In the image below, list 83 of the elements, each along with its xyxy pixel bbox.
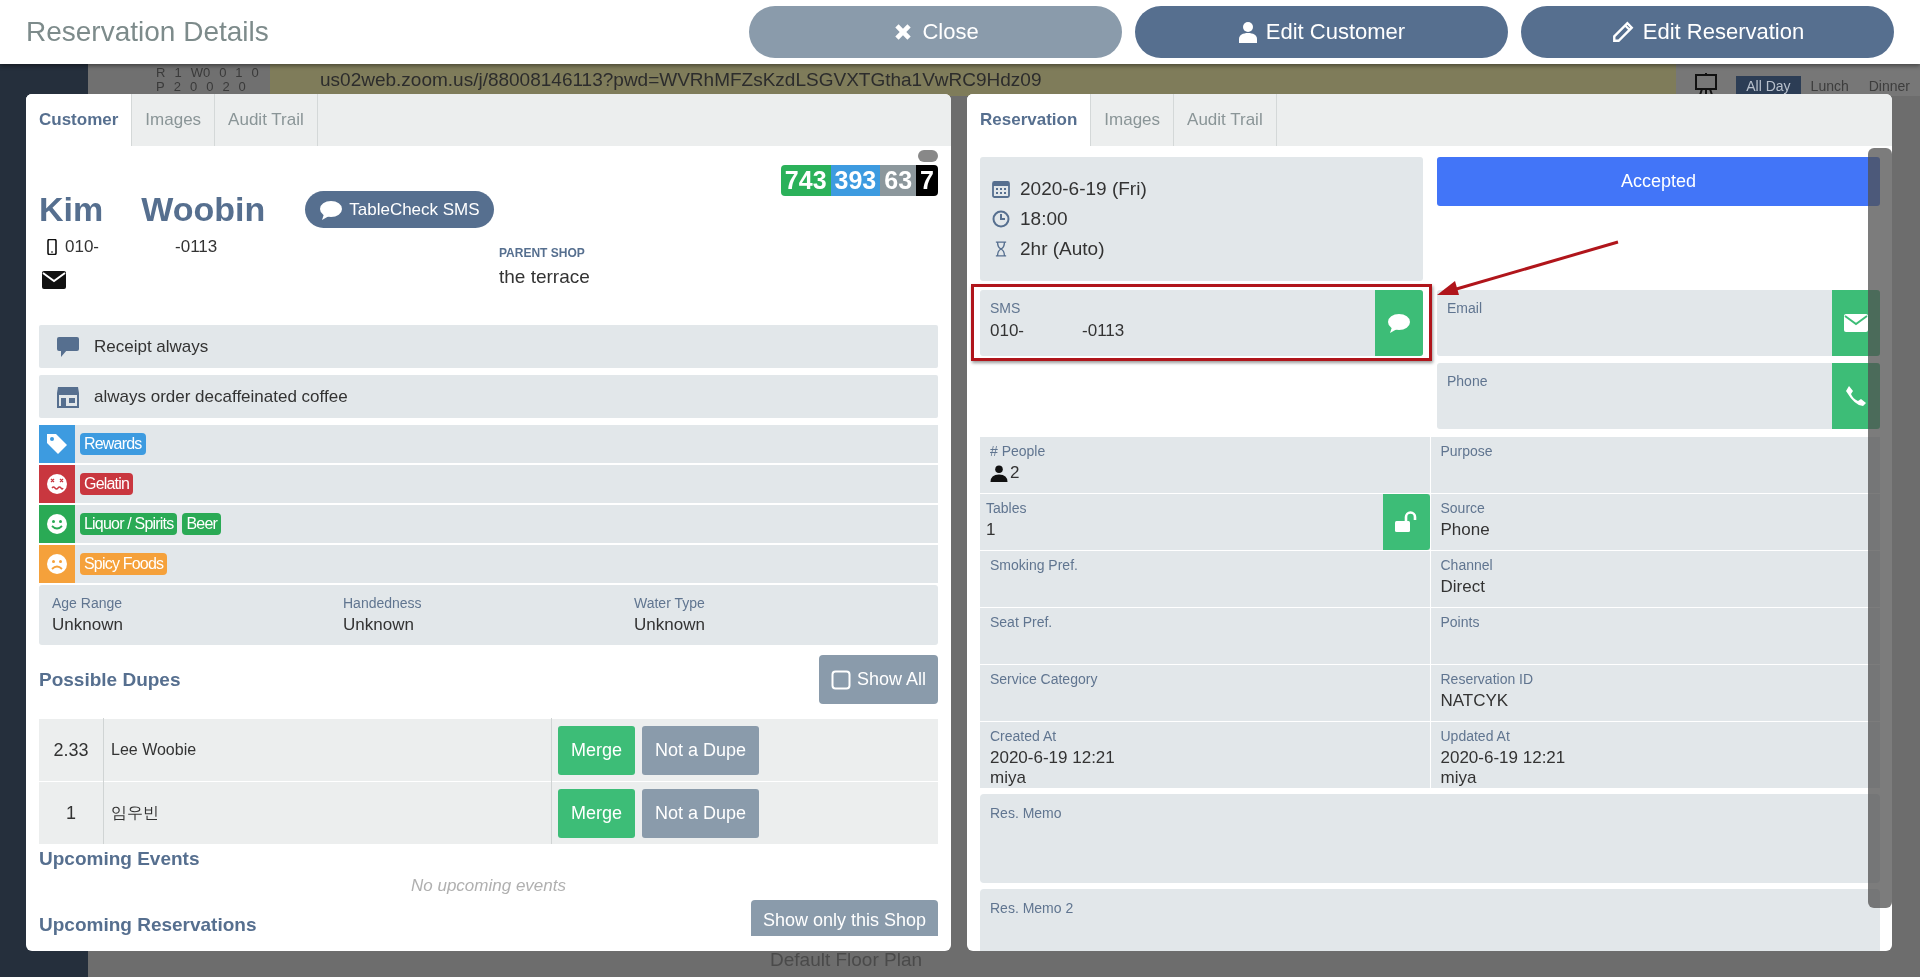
score-badge: 393 bbox=[830, 165, 881, 196]
phone-suffix: -0113 bbox=[175, 237, 218, 257]
date-text: 2020-6-19 (Fri) bbox=[1020, 178, 1147, 200]
meal-tab[interactable]: All Day bbox=[1736, 76, 1801, 96]
sms-button[interactable]: TableCheck SMS bbox=[305, 191, 494, 228]
tag-label: Spicy Foods bbox=[80, 553, 168, 575]
attribute-value: Unknown bbox=[634, 615, 706, 635]
attribute-label: Age Range bbox=[52, 595, 124, 611]
show-all-button[interactable]: Show All bbox=[818, 655, 938, 704]
field-label: Service Category bbox=[990, 671, 1099, 687]
time-text: 18:00 bbox=[1020, 208, 1068, 230]
parent-shop-value: the terrace bbox=[499, 266, 590, 288]
field-label: Reservation ID bbox=[1440, 671, 1535, 687]
tag-label: Gelatin bbox=[80, 473, 134, 495]
field-value: 1 bbox=[986, 520, 996, 540]
table-cell: Lee Woobie bbox=[103, 718, 552, 782]
attribute-value: Unknown bbox=[52, 615, 124, 635]
tab[interactable]: Images bbox=[1091, 94, 1175, 146]
field-value: 2020-6-19 12:21 bbox=[1440, 748, 1566, 768]
score-badge: 63 bbox=[880, 165, 917, 196]
field-value: miya bbox=[1440, 768, 1477, 788]
tab[interactable]: Audit Trail bbox=[215, 94, 318, 146]
field-value: miya bbox=[990, 768, 1026, 788]
field-label: # People bbox=[990, 443, 1047, 459]
phone-prefix: 010- bbox=[990, 321, 1025, 341]
merge-button[interactable]: Merge bbox=[558, 725, 636, 775]
tag-label: Rewards bbox=[80, 433, 146, 455]
section-heading: Possible Dupes bbox=[39, 668, 181, 691]
field-label: Smoking Pref. bbox=[990, 557, 1079, 573]
attribute-label: Water Type bbox=[634, 595, 706, 611]
note-text: always order decaffeinated coffee bbox=[94, 386, 348, 407]
field-value: Phone bbox=[1440, 520, 1490, 540]
score-badge: 7 bbox=[916, 165, 938, 196]
field-label: Seat Pref. bbox=[990, 614, 1054, 630]
field-label: Updated At bbox=[1440, 728, 1511, 744]
field-value: 2 bbox=[1010, 463, 1020, 483]
not-a-dupe-button[interactable]: Not a Dupe bbox=[642, 788, 760, 838]
not-a-dupe-button[interactable]: Not a Dupe bbox=[642, 725, 760, 775]
field-label: Points bbox=[1440, 614, 1481, 630]
phone-suffix: -0113 bbox=[1082, 321, 1125, 341]
tab[interactable]: Images bbox=[132, 94, 216, 146]
score-badge: 743 bbox=[780, 165, 831, 196]
section-heading: Upcoming Reservations bbox=[39, 914, 257, 936]
field-value: Direct bbox=[1440, 577, 1485, 597]
field-label: Res. Memo 2 bbox=[990, 900, 1074, 916]
field-label: Purpose bbox=[1440, 443, 1494, 459]
close-button[interactable]: Close bbox=[749, 6, 1122, 58]
window-title: Reservation Details bbox=[26, 16, 269, 48]
parent-shop-label: PARENT SHOP bbox=[499, 246, 586, 260]
field-label: Tables bbox=[986, 500, 1028, 516]
field-label: Res. Memo bbox=[990, 805, 1062, 821]
field-label: Phone bbox=[1447, 373, 1489, 389]
duration-text: 2hr (Auto) bbox=[1020, 238, 1105, 260]
attribute-label: Handedness bbox=[343, 595, 423, 611]
tag-label: Liquor / Spirits bbox=[80, 513, 178, 535]
table-cell: 2.33 bbox=[39, 718, 104, 782]
section-heading: Upcoming Events bbox=[39, 848, 200, 869]
edit-customer-button[interactable]: Edit Customer bbox=[1135, 6, 1508, 58]
table-cell: 임우빈 bbox=[103, 781, 552, 844]
url-text: us02web.zoom.us/j/88008146113?pwd=WVRhMFZsKzdLSGVXTGtha1VwRC9Hdz09 bbox=[320, 69, 1042, 91]
merge-button[interactable]: Merge bbox=[558, 788, 636, 838]
phone-prefix: 010- bbox=[65, 237, 100, 257]
field-label: Channel bbox=[1440, 557, 1494, 573]
tab[interactable]: Customer bbox=[26, 94, 133, 146]
field-label: Source bbox=[1440, 500, 1486, 516]
field-label: Email bbox=[1447, 300, 1483, 316]
show-only-this-shop-button[interactable]: Show only this Shop bbox=[750, 900, 938, 936]
tag-label: Beer bbox=[182, 513, 222, 535]
tab[interactable]: Reservation bbox=[967, 94, 1092, 146]
meal-tab[interactable]: Dinner bbox=[1858, 76, 1920, 96]
meal-tab[interactable]: Lunch bbox=[1800, 76, 1859, 96]
field-label: SMS bbox=[990, 300, 1022, 316]
edit-reservation-button[interactable]: Edit Reservation bbox=[1521, 6, 1894, 58]
attribute-value: Unknown bbox=[343, 615, 415, 635]
field-label: Created At bbox=[990, 728, 1058, 744]
field-value: 2020-6-19 12:21 bbox=[990, 748, 1115, 768]
table-cell: 1 bbox=[39, 781, 104, 844]
last-name: Woobin bbox=[141, 190, 266, 229]
first-name: Kim bbox=[39, 190, 104, 229]
field-value: NATCYK bbox=[1440, 691, 1509, 711]
note-text: Receipt always bbox=[94, 336, 209, 357]
tab[interactable]: Audit Trail bbox=[1174, 94, 1277, 146]
empty-message: No upcoming events bbox=[411, 876, 566, 895]
